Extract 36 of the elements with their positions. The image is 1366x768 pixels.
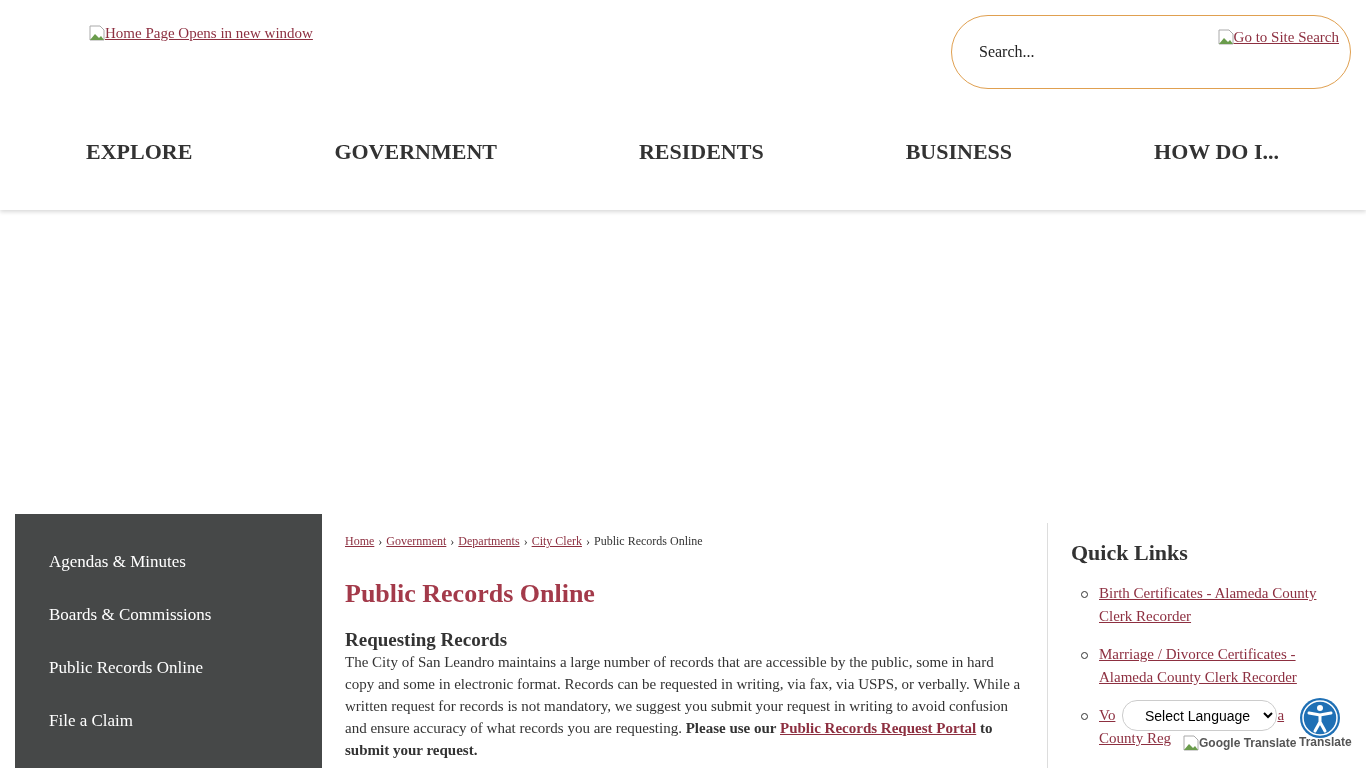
nav-menu-item[interactable]: RESIDENTS [638, 139, 764, 165]
page-title: Public Records Online [345, 579, 596, 609]
quick-link[interactable]: Marriage / Divorce Certificates - Alameda County Clerk Recorder [1099, 643, 1297, 689]
broken-image-icon [1183, 735, 1199, 751]
paragraph: The City of San Leandro maintains a large number of records that are accessible by the public, some in hard copy and some in electronic format. Records can be requested in writing, via fax, via USPS, or verbally. While a written request for records is not mandatory, we suggest you submit your request in writing to avoid confusion and ensure accuracy of what records you are requesting. Please use our Public Records Request Portal to submit your request. [345, 653, 1022, 760]
breadcrumb-current: Public Records Online [593, 534, 703, 549]
site-search-link[interactable]: Go to Site Search [1217, 29, 1339, 46]
breadcrumb-separator: › [450, 534, 455, 549]
quick-link[interactable]: Vo [1099, 704, 1116, 727]
broken-image-icon [1217, 29, 1234, 45]
quick-link[interactable]: Birth Certificates - Alameda County Clerk Recorder [1099, 582, 1317, 628]
sidebar-item[interactable]: Public Records Online [49, 657, 322, 678]
sidebar-item[interactable]: File a Claim [49, 710, 322, 731]
translate-label: Translate [1299, 735, 1352, 749]
breadcrumb-separator: › [585, 534, 590, 549]
sidebar-item[interactable]: Boards & Commissions [49, 604, 322, 625]
google-translate-label: Google Translate [1183, 735, 1297, 751]
nav-menu-item[interactable]: HOW DO I... [1154, 139, 1279, 165]
nav-menu-item[interactable]: BUSINESS [905, 139, 1013, 165]
breadcrumb-separator: › [378, 534, 383, 549]
quick-links-title: Quick Links [1071, 540, 1189, 566]
section-heading: Requesting Records [345, 629, 509, 651]
home-logo-link[interactable]: Home Page Opens in new window [89, 25, 313, 43]
breadcrumb-link[interactable]: Departments [458, 534, 520, 549]
accessibility-icon[interactable] [1300, 698, 1340, 738]
breadcrumb-link[interactable]: Government [386, 534, 447, 549]
nav-menu-item[interactable]: GOVERNMENT [334, 139, 497, 165]
portal-link[interactable]: Public Records Request Portal [780, 720, 977, 736]
language-select[interactable]: Select Language [1122, 700, 1277, 731]
sidebar-item[interactable]: Agendas & Minutes [49, 551, 322, 572]
breadcrumb-link[interactable]: Home [345, 534, 375, 549]
breadcrumb-separator: › [523, 534, 528, 549]
breadcrumb-link[interactable]: City Clerk [531, 534, 582, 549]
nav-menu-item[interactable]: EXPLORE [86, 139, 193, 165]
broken-image-icon [89, 25, 105, 41]
quick-link[interactable]: a [1277, 704, 1285, 727]
